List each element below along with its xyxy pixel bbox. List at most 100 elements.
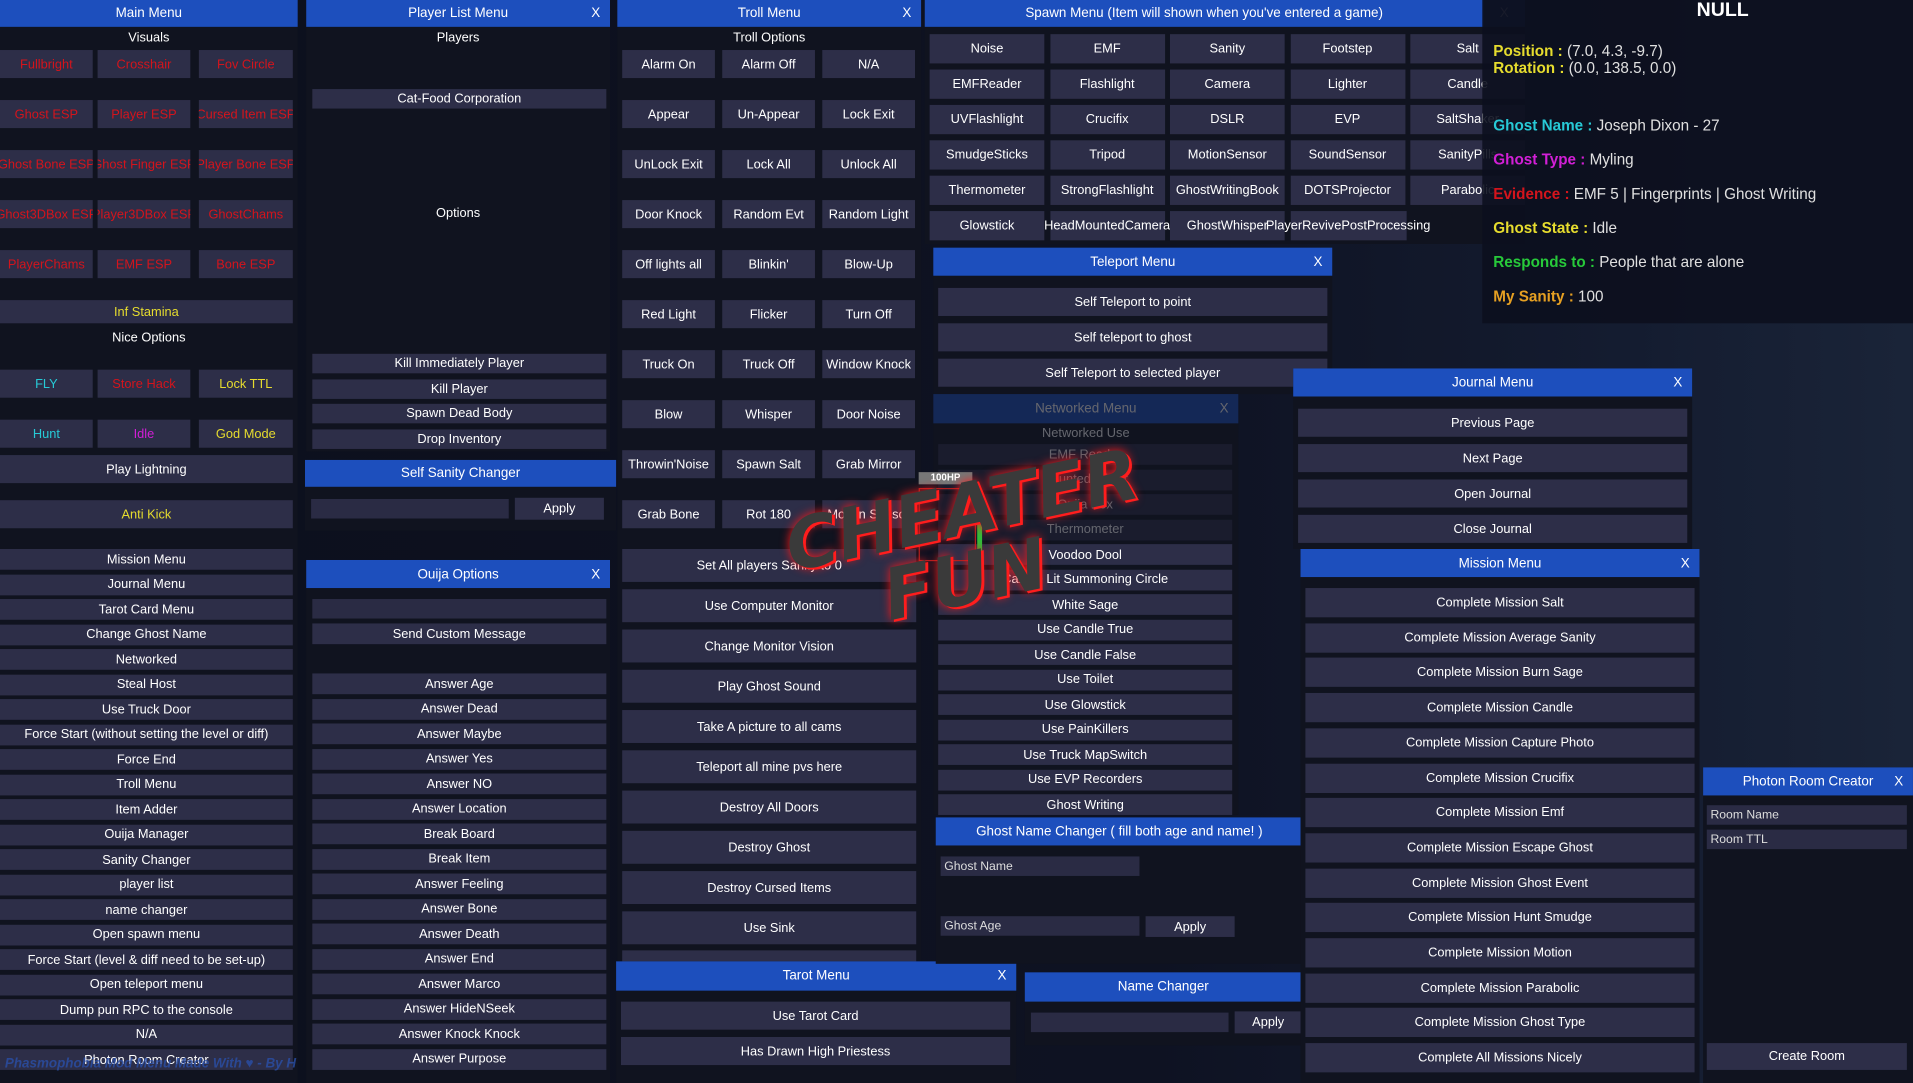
room-name-input[interactable]: Room Name (1706, 805, 1907, 825)
close-icon[interactable]: X (1314, 254, 1323, 269)
toggle-fly[interactable]: FLY (0, 369, 93, 398)
mission-complete-mission-parabolic[interactable]: Complete Mission Parabolic (1305, 973, 1695, 1003)
toggle-ghost3dbox-esp[interactable]: Ghost3DBox ESP (0, 200, 93, 229)
menu-item-networked[interactable]: Networked (0, 649, 293, 670)
toggle-crosshair[interactable]: Crosshair (97, 50, 191, 79)
menu-item-n-a[interactable]: N/A (0, 1024, 293, 1045)
menu-item-tarot-card-menu[interactable]: Tarot Card Menu (0, 599, 293, 620)
troll-destroy-cursed-items[interactable]: Destroy Cursed Items (622, 871, 917, 905)
networked-ghost-writing[interactable]: Ghost Writing (938, 794, 1233, 815)
troll-door-knock[interactable]: Door Knock (622, 200, 715, 229)
menu-item-mission-menu[interactable]: Mission Menu (0, 549, 293, 570)
menu-item-ouija-manager[interactable]: Ouija Manager (0, 824, 293, 845)
toggle-cursed-item-esp[interactable]: Cursed Item ESP (198, 100, 293, 129)
troll-blow[interactable]: Blow (622, 400, 715, 429)
troll-blow-up[interactable]: Blow-Up (822, 250, 915, 279)
mission-complete-mission-hunt-smudge[interactable]: Complete Mission Hunt Smudge (1305, 903, 1695, 933)
spawn-soundsensor[interactable]: SoundSensor (1290, 140, 1405, 170)
mission-complete-mission-ghost-event[interactable]: Complete Mission Ghost Event (1305, 868, 1695, 898)
menu-item-force-start-without-setting-the-level-or-diff[interactable]: Force Start (without setting the level o… (0, 724, 293, 745)
ouija-break-item[interactable]: Break Item (312, 848, 607, 870)
spawn-smudgesticks[interactable]: SmudgeSticks (929, 140, 1045, 170)
mission-complete-mission-average-sanity[interactable]: Complete Mission Average Sanity (1305, 623, 1695, 653)
spawn-strongflashlight[interactable]: StrongFlashlight (1049, 175, 1165, 205)
spawn-uvflashlight[interactable]: UVFlashlight (929, 104, 1045, 135)
troll-throwin-noise[interactable]: Throwin'Noise (622, 450, 715, 479)
menu-item-sanity-changer[interactable]: Sanity Changer (0, 849, 293, 870)
anti-kick-toggle[interactable]: Anti Kick (0, 500, 293, 529)
sanity-input[interactable] (311, 498, 509, 519)
troll-un-appear[interactable]: Un-Appear (722, 100, 815, 129)
troll-unlock-all[interactable]: Unlock All (822, 150, 915, 179)
mission-complete-mission-ghost-type[interactable]: Complete Mission Ghost Type (1305, 1008, 1695, 1038)
toggle-playerchams[interactable]: PlayerChams (0, 250, 93, 279)
mission-complete-mission-salt[interactable]: Complete Mission Salt (1305, 588, 1695, 618)
apply-sanity-button[interactable]: Apply (514, 497, 604, 520)
menu-item-open-teleport-menu[interactable]: Open teleport menu (0, 974, 293, 995)
spawn-dslr[interactable]: DSLR (1169, 104, 1285, 135)
troll-turn-off[interactable]: Turn Off (822, 300, 915, 329)
spawn-footstep[interactable]: Footstep (1290, 34, 1405, 64)
troll-use-sink[interactable]: Use Sink (622, 911, 917, 945)
close-icon[interactable]: X (591, 6, 600, 21)
troll-whisper[interactable]: Whisper (722, 400, 815, 429)
troll-grab-bone[interactable]: Grab Bone (622, 500, 715, 529)
create-room-button[interactable]: Create Room (1706, 1043, 1907, 1070)
ouija-answer-hidenseek[interactable]: Answer HideNSeek (312, 998, 607, 1020)
spawn-emfreader[interactable]: EMFReader (929, 69, 1045, 99)
toggle-player-bone-esp[interactable]: Player Bone ESP (198, 150, 293, 179)
journal-close-journal[interactable]: Close Journal (1298, 514, 1688, 543)
ouija-answer-marco[interactable]: Answer Marco (312, 973, 607, 995)
troll-random-evt[interactable]: Random Evt (722, 200, 815, 229)
toggle-idle[interactable]: Idle (97, 419, 191, 448)
close-icon[interactable]: X (902, 6, 911, 21)
spawn-dotsprojector[interactable]: DOTSProjector (1290, 175, 1405, 205)
troll-window-knock[interactable]: Window Knock (822, 350, 915, 379)
ouija-answer-purpose[interactable]: Answer Purpose (312, 1048, 607, 1070)
toggle-ghost-esp[interactable]: Ghost ESP (0, 100, 93, 129)
spawn-lighter[interactable]: Lighter (1290, 69, 1405, 99)
troll-alarm-on[interactable]: Alarm On (622, 50, 715, 79)
mission-complete-mission-crucifix[interactable]: Complete Mission Crucifix (1305, 763, 1695, 793)
networked-use-evp-recorders[interactable]: Use EVP Recorders (938, 769, 1233, 790)
inf-stamina-toggle[interactable]: Inf Stamina (0, 300, 293, 324)
menu-item-dump-pun-rpc-to-the-console[interactable]: Dump pun RPC to the console (0, 999, 293, 1020)
ouija-answer-bone[interactable]: Answer Bone (312, 898, 607, 920)
menu-item-force-start-level-diff-need-to-be-set-up[interactable]: Force Start (level & diff need to be set… (0, 949, 293, 970)
troll-truck-on[interactable]: Truck On (622, 350, 715, 379)
ouija-answer-death[interactable]: Answer Death (312, 923, 607, 945)
spawn-tripod[interactable]: Tripod (1049, 140, 1165, 170)
close-icon[interactable]: X (591, 567, 600, 582)
menu-item-force-end[interactable]: Force End (0, 749, 293, 770)
spawn-camera[interactable]: Camera (1169, 69, 1285, 99)
menu-item-troll-menu[interactable]: Troll Menu (0, 774, 293, 795)
troll-red-light[interactable]: Red Light (622, 300, 715, 329)
mission-complete-mission-motion[interactable]: Complete Mission Motion (1305, 938, 1695, 968)
ouija-answer-knock-knock[interactable]: Answer Knock Knock (312, 1023, 607, 1045)
spawn-ghostwritingbook[interactable]: GhostWritingBook (1169, 175, 1285, 205)
ouija-answer-dead[interactable]: Answer Dead (312, 698, 607, 720)
mission-complete-all-missions-nicely[interactable]: Complete All Missions Nicely (1305, 1043, 1695, 1073)
spawn-evp[interactable]: EVP (1290, 104, 1405, 135)
networked-use-painkillers[interactable]: Use PainKillers (938, 719, 1233, 740)
teleport-self-teleport-to-ghost[interactable]: Self teleport to ghost (938, 323, 1328, 352)
troll-lock-exit[interactable]: Lock Exit (822, 100, 915, 129)
menu-item-item-adder[interactable]: Item Adder (0, 799, 293, 820)
teleport-self-teleport-to-point[interactable]: Self Teleport to point (938, 287, 1328, 316)
troll-unlock-exit[interactable]: UnLock Exit (622, 150, 715, 179)
troll-n-a[interactable]: N/A (822, 50, 915, 79)
troll-appear[interactable]: Appear (622, 100, 715, 129)
mission-complete-mission-capture-photo[interactable]: Complete Mission Capture Photo (1305, 728, 1695, 758)
close-icon[interactable]: X (1894, 774, 1903, 789)
action-kill-immediately-player[interactable]: Kill Immediately Player (312, 353, 607, 374)
ouija-answer-age[interactable]: Answer Age (312, 673, 607, 695)
room-ttl-input[interactable]: Room TTL (1706, 829, 1907, 850)
spawn-glowstick[interactable]: Glowstick (929, 211, 1045, 241)
toggle-hunt[interactable]: Hunt (0, 419, 93, 448)
ouija-answer-maybe[interactable]: Answer Maybe (312, 723, 607, 745)
mission-complete-mission-burn-sage[interactable]: Complete Mission Burn Sage (1305, 658, 1695, 688)
menu-item-journal-menu[interactable]: Journal Menu (0, 574, 293, 595)
custom-message-input[interactable] (312, 599, 607, 619)
menu-item-name-changer[interactable]: name changer (0, 899, 293, 920)
troll-truck-off[interactable]: Truck Off (722, 350, 815, 379)
